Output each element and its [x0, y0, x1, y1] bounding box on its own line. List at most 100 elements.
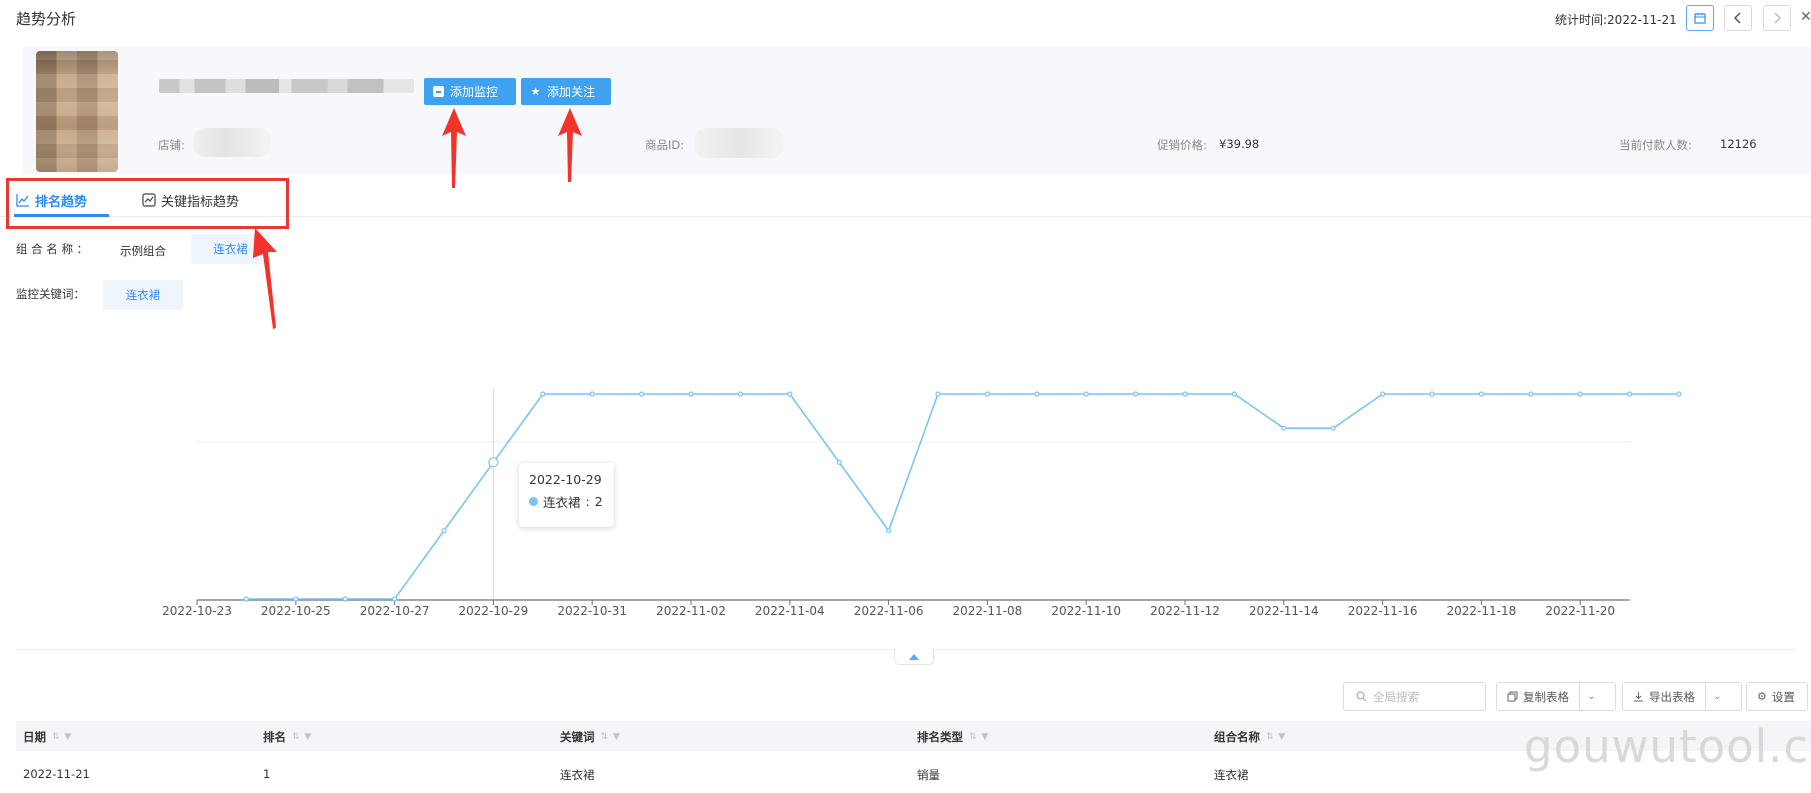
- tooltip-series-marker: [529, 497, 538, 506]
- star-icon: ★: [530, 85, 541, 98]
- sort-filter-icon[interactable]: ⇅ ▼: [601, 732, 621, 742]
- item-id-label: 商品ID:: [645, 138, 685, 152]
- x-tick-label: 2022-10-25: [261, 604, 331, 618]
- sort-filter-icon[interactable]: ⇅ ▼: [1266, 732, 1286, 742]
- data-point: [836, 459, 842, 465]
- data-point: [488, 457, 499, 468]
- sort-filter-icon[interactable]: ⇅ ▼: [969, 732, 989, 742]
- export-table-button[interactable]: 导出表格 ⌄: [1622, 682, 1742, 711]
- settings-label: 设置: [1771, 689, 1795, 704]
- chevron-right-icon: [1774, 12, 1782, 24]
- data-point: [935, 391, 941, 397]
- x-tick-label: 2022-11-06: [854, 604, 924, 618]
- x-tick-label: 2022-11-12: [1150, 604, 1220, 618]
- data-point: [293, 596, 299, 602]
- column-header-group[interactable]: 组合名称 ⇅ ▼: [1214, 729, 1286, 745]
- column-rank-label: 排名: [263, 730, 286, 744]
- tooltip-colon: :: [585, 494, 590, 509]
- x-tick-label: 2022-10-31: [557, 604, 627, 618]
- shop-name-blurred: [193, 128, 271, 157]
- data-point: [441, 528, 447, 534]
- sort-filter-icon[interactable]: ⇅ ▼: [292, 732, 312, 742]
- calendar-button[interactable]: [1686, 5, 1714, 31]
- x-tick-label: 2022-11-16: [1348, 604, 1418, 618]
- data-point: [1132, 391, 1139, 397]
- add-follow-label: 添加关注: [547, 85, 596, 99]
- data-point: [1034, 391, 1040, 397]
- gear-icon: ⚙: [1757, 690, 1767, 703]
- column-header-rank[interactable]: 排名 ⇅ ▼: [263, 729, 312, 745]
- search-placeholder: 全局搜索: [1373, 689, 1419, 704]
- shop-label: 店铺:: [158, 138, 185, 152]
- copy-table-button[interactable]: 复制表格 ⌄: [1496, 682, 1616, 711]
- table-cell-group: 连衣裙: [1214, 768, 1249, 782]
- annotation-arrow-monitor: [442, 108, 466, 188]
- data-point: [540, 391, 546, 397]
- global-search-input[interactable]: 全局搜索: [1343, 682, 1486, 711]
- column-date-label: 日期: [23, 730, 46, 744]
- product-title-blurred: [159, 79, 414, 93]
- x-tick-label: 2022-11-02: [656, 604, 726, 618]
- close-icon[interactable]: ✕: [1800, 9, 1811, 25]
- data-point: [885, 528, 892, 534]
- add-monitor-label: 添加监控: [450, 85, 499, 99]
- table-cell-keyword: 连衣裙: [560, 768, 595, 782]
- table-cell-rank: 1: [263, 767, 271, 781]
- chevron-down-icon[interactable]: ⌄: [1705, 683, 1729, 710]
- settings-button[interactable]: ⚙ 设置: [1746, 682, 1808, 711]
- data-point: [1577, 391, 1583, 397]
- keyword-label: 监控关键词：: [16, 287, 85, 301]
- data-point: [1478, 391, 1485, 397]
- data-point: [1281, 425, 1287, 431]
- chevron-down-icon[interactable]: ⌄: [1579, 683, 1603, 710]
- promo-price-value: ¥39.98: [1219, 137, 1260, 151]
- data-point: [1379, 391, 1386, 397]
- data-point: [342, 596, 348, 602]
- copy-icon: [1507, 691, 1518, 702]
- page-title: 趋势分析: [16, 10, 77, 28]
- column-rank-type-label: 排名类型: [917, 730, 963, 744]
- data-point: [589, 391, 595, 397]
- tooltip-value: 2: [594, 494, 603, 509]
- keyword-chip-dress[interactable]: 连衣裙: [103, 280, 183, 310]
- series-line: [246, 393, 1679, 600]
- data-point: [1676, 391, 1682, 397]
- tooltip-row: 连衣裙: 2: [529, 492, 604, 511]
- search-icon: [1356, 691, 1367, 702]
- watermark: gouwutool.cn: [1524, 720, 1811, 773]
- export-table-label: 导出表格: [1649, 689, 1695, 704]
- tooltip-date: 2022-10-29: [529, 472, 602, 487]
- prev-date-button[interactable]: [1724, 5, 1752, 31]
- sort-filter-icon[interactable]: ⇅ ▼: [52, 732, 72, 742]
- tooltip-series-name: 连衣裙: [543, 495, 581, 510]
- monitor-icon: [433, 86, 444, 97]
- x-tick-label: 2022-11-20: [1545, 604, 1615, 618]
- product-image: [36, 51, 118, 172]
- buyers-label: 当前付款人数:: [1619, 138, 1692, 152]
- x-tick-label: 2022-10-23: [162, 604, 232, 618]
- data-point: [392, 596, 398, 602]
- buyers-value: 12126: [1720, 137, 1757, 151]
- group-option-example[interactable]: 示例组合: [120, 243, 166, 259]
- copy-table-label: 复制表格: [1523, 689, 1569, 704]
- data-point: [1231, 391, 1238, 397]
- add-monitor-button[interactable]: 添加监控: [424, 78, 516, 105]
- next-date-button[interactable]: [1763, 5, 1791, 31]
- download-icon: [1634, 692, 1643, 702]
- data-point: [1626, 391, 1633, 397]
- column-header-rank-type[interactable]: 排名类型 ⇅ ▼: [917, 729, 989, 745]
- x-tick-label: 2022-11-08: [953, 604, 1023, 618]
- data-point: [1330, 425, 1336, 431]
- add-follow-button[interactable]: ★ 添加关注: [521, 78, 611, 105]
- x-tick-label: 2022-11-10: [1051, 604, 1121, 618]
- data-point: [787, 391, 793, 397]
- x-tick-label: 2022-11-14: [1249, 604, 1319, 618]
- column-keyword-label: 关键词: [560, 730, 595, 744]
- item-id-blurred: [694, 128, 784, 158]
- column-header-keyword[interactable]: 关键词 ⇅ ▼: [560, 729, 621, 745]
- collapse-chart-button[interactable]: [894, 649, 934, 665]
- rank-trend-chart[interactable]: 2022-10-23 2022-10-25 2022-10-27 2022-10-29…: [0, 320, 1811, 620]
- table-cell-date: 2022-11-21: [23, 767, 90, 781]
- column-header-date[interactable]: 日期 ⇅ ▼: [23, 729, 72, 745]
- data-point: [1083, 391, 1089, 397]
